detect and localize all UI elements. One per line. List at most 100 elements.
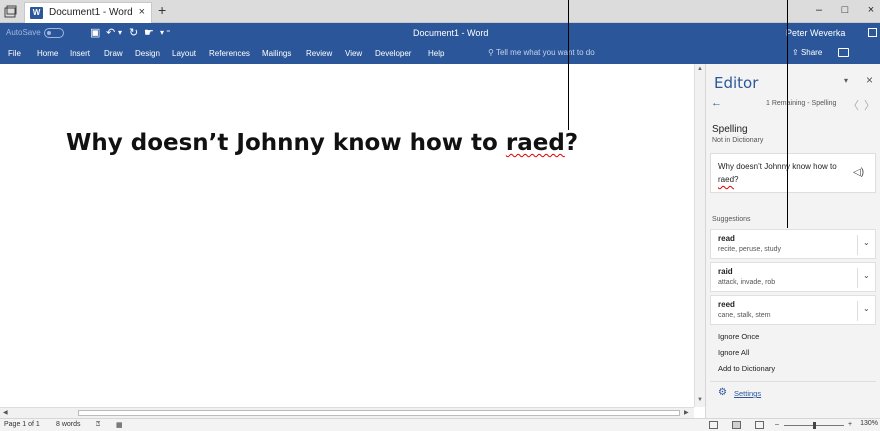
issue-type-subtitle: Not in Dictionary: [712, 137, 764, 144]
ignore-all-button[interactable]: Ignore All: [718, 348, 749, 357]
misspelled-word[interactable]: raed: [506, 130, 565, 156]
scroll-left-icon[interactable]: ◀: [3, 409, 8, 416]
scroll-down-icon[interactable]: ▼: [697, 397, 703, 403]
chevron-down-icon[interactable]: ⌄: [863, 304, 870, 313]
suggestion-synonyms: recite, peruse, study: [718, 246, 782, 253]
page-count[interactable]: Page 1 of 1: [4, 421, 40, 428]
editor-pane: Editor ▾ × ← 1 Remaining - Spelling 〈 〉 …: [705, 64, 880, 418]
pane-close-icon[interactable]: ×: [866, 73, 873, 87]
tab-title: Document1 - Word: [49, 7, 133, 18]
tab-home[interactable]: Home: [37, 49, 58, 58]
chevron-down-icon[interactable]: ⌄: [863, 238, 870, 247]
autosave-label: AutoSave: [6, 28, 41, 37]
suggestion-divider: [857, 301, 858, 321]
suggestion-item[interactable]: read recite, peruse, study ⌄: [710, 229, 876, 259]
document-heading[interactable]: Why doesn’t Johnny know how to raed?: [66, 130, 578, 156]
settings-icon[interactable]: ⚙: [718, 387, 727, 398]
share-icon: ⇪: [792, 48, 799, 57]
touch-mode-icon[interactable]: ☛: [144, 26, 154, 39]
add-to-dictionary-button[interactable]: Add to Dictionary: [718, 364, 775, 373]
suggestion-item[interactable]: reed cane, stalk, stem ⌄: [710, 295, 876, 325]
tell-me-search[interactable]: ⚲ Tell me what you want to do: [488, 48, 595, 57]
browser-tab-bar: W Document1 - Word × + – □ ×: [0, 0, 880, 23]
new-tab-icon[interactable]: +: [158, 2, 166, 18]
tab-design[interactable]: Design: [135, 49, 160, 58]
word-app-icon: W: [30, 7, 43, 19]
context-sentence: Why doesn’t Johnny know how to raed?: [718, 160, 840, 186]
macro-recording-icon[interactable]: ▦: [116, 421, 123, 429]
tab-mailings[interactable]: Mailings: [262, 49, 291, 58]
suggestion-synonyms: cane, stalk, stem: [718, 312, 771, 319]
horizontal-scroll-thumb[interactable]: [78, 410, 680, 416]
maximize-icon[interactable]: □: [838, 4, 852, 16]
tab-overview-icon[interactable]: [4, 5, 17, 18]
title-bar: AutoSave ▣ ↶ ▾ ↻ ☛ ▾ ⁼ Document1 - Word …: [0, 23, 880, 44]
chevron-down-icon[interactable]: ⌄: [863, 271, 870, 280]
ignore-once-button[interactable]: Ignore Once: [718, 332, 759, 341]
suggestion-divider: [857, 235, 858, 255]
context-misspelled-word: raed: [718, 175, 735, 184]
zoom-out-icon[interactable]: –: [775, 421, 779, 428]
tab-insert[interactable]: Insert: [70, 49, 90, 58]
customize-toolbar-icon[interactable]: ▾ ⁼: [160, 28, 170, 37]
window-close-icon[interactable]: ×: [864, 4, 878, 16]
document-tab[interactable]: W Document1 - Word ×: [24, 2, 152, 23]
remaining-count: 1 Remaining - Spelling: [766, 100, 837, 107]
tab-review[interactable]: Review: [306, 49, 332, 58]
pane-options-icon[interactable]: ▾: [844, 76, 848, 85]
scroll-up-icon[interactable]: ▲: [697, 66, 703, 72]
context-sentence-box: Why doesn’t Johnny know how to raed? ◁): [710, 153, 876, 193]
document-canvas[interactable]: Why doesn’t Johnny know how to raed?: [0, 64, 694, 407]
suggestion-word: reed: [718, 300, 735, 309]
user-name[interactable]: Peter Weverka: [786, 28, 845, 38]
undo-icon[interactable]: ↶: [106, 26, 115, 39]
tab-help[interactable]: Help: [428, 49, 444, 58]
comments-icon[interactable]: [838, 48, 849, 57]
share-button[interactable]: ⇪ Share: [792, 48, 822, 57]
heading-punctuation: ?: [564, 130, 579, 156]
tab-view[interactable]: View: [345, 49, 362, 58]
status-bar: Page 1 of 1 8 words ⍰ ▦ – +: [0, 418, 880, 431]
context-text: Why doesn’t Johnny know how to: [718, 162, 837, 171]
context-punctuation: ?: [734, 175, 739, 184]
web-layout-icon[interactable]: [755, 421, 764, 429]
proofing-icon[interactable]: ⍰: [96, 421, 100, 429]
zoom-slider-thumb[interactable]: [813, 422, 816, 429]
settings-link[interactable]: Settings: [734, 389, 761, 398]
document-title: Document1 - Word: [413, 28, 489, 38]
search-icon: ⚲: [488, 48, 494, 57]
callout-line-misspelling: [568, 0, 569, 130]
word-count[interactable]: 8 words: [56, 421, 81, 428]
undo-dropdown-icon[interactable]: ▾: [118, 28, 122, 37]
horizontal-scrollbar[interactable]: ◀ ▶: [0, 407, 694, 418]
previous-issue-icon[interactable]: 〈: [848, 97, 859, 113]
suggestion-divider: [857, 268, 858, 288]
ribbon-tabs: File Home Insert Draw Design Layout Refe…: [0, 44, 880, 64]
redo-icon[interactable]: ↻: [129, 26, 138, 39]
autosave-toggle[interactable]: [44, 28, 64, 38]
editor-title: Editor: [714, 74, 759, 92]
suggestion-item[interactable]: raid attack, invade, rob ⌄: [710, 262, 876, 292]
back-arrow-icon[interactable]: ←: [711, 97, 722, 109]
tab-file[interactable]: File: [8, 49, 21, 58]
tab-references[interactable]: References: [209, 49, 250, 58]
tab-layout[interactable]: Layout: [172, 49, 196, 58]
callout-line-suggestions: [787, 0, 788, 228]
zoom-in-icon[interactable]: +: [848, 421, 852, 428]
read-aloud-speaker-icon[interactable]: ◁): [853, 167, 864, 178]
save-icon[interactable]: ▣: [90, 26, 100, 39]
print-layout-icon[interactable]: [732, 421, 741, 429]
minimize-icon[interactable]: –: [812, 4, 826, 16]
ribbon-display-options-icon[interactable]: [868, 28, 877, 37]
suggestions-label: Suggestions: [712, 216, 751, 223]
scroll-right-icon[interactable]: ▶: [684, 409, 689, 416]
tab-draw[interactable]: Draw: [104, 49, 123, 58]
vertical-scrollbar[interactable]: ▲ ▼: [694, 64, 705, 407]
tab-developer[interactable]: Developer: [375, 49, 411, 58]
suggestion-word: raid: [718, 267, 733, 276]
read-mode-icon[interactable]: [709, 421, 718, 429]
settings-divider: [710, 381, 876, 382]
suggestion-synonyms: attack, invade, rob: [718, 279, 776, 286]
tab-close-icon[interactable]: ×: [139, 6, 145, 18]
next-issue-icon[interactable]: 〉: [864, 97, 875, 113]
